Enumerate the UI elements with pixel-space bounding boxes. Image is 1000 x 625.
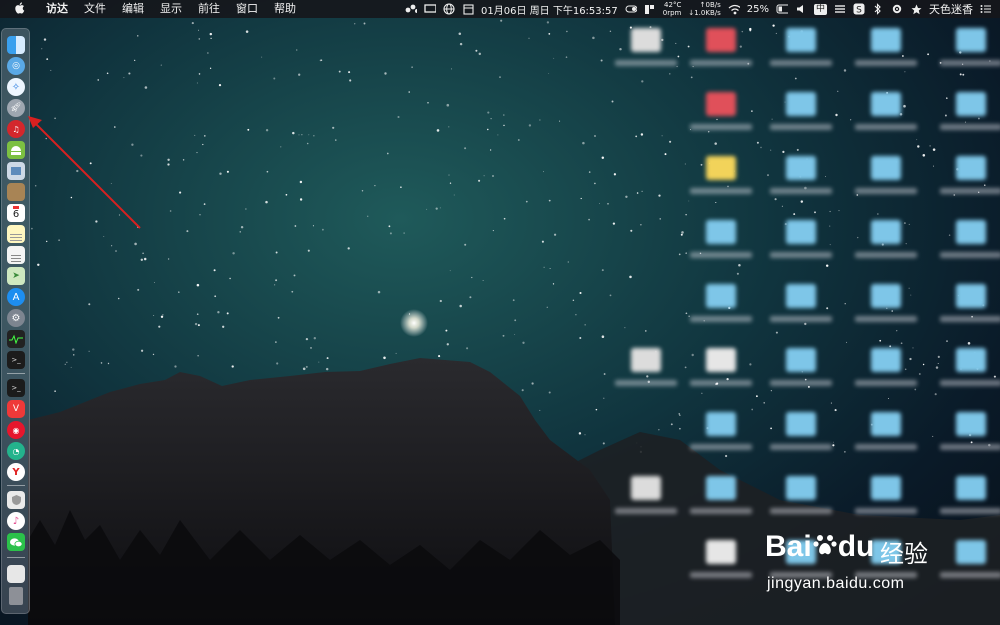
menu-edit[interactable]: 编辑	[114, 0, 152, 18]
grid-icon[interactable]	[644, 3, 656, 15]
list-icon[interactable]	[834, 3, 846, 15]
input-method-indicator[interactable]: 中	[813, 3, 827, 15]
svg-text:S: S	[856, 6, 862, 16]
user-name[interactable]: 天色迷香	[929, 1, 973, 17]
watermark-brand: Bai du	[765, 530, 875, 563]
calendar-small-icon[interactable]	[462, 3, 474, 15]
temperature-readout[interactable]: 42°C 0rpm	[663, 1, 682, 17]
menu-window[interactable]: 窗口	[228, 0, 266, 18]
apple-menu-icon[interactable]	[0, 1, 38, 17]
star-icon[interactable]	[910, 3, 922, 15]
menu-bar: 访达 文件 编辑 显示 前往 窗口 帮助 01月06日 周日 下午16:53:5…	[0, 0, 1000, 18]
watermark-cn: 经验	[880, 540, 928, 568]
baidu-jingyan-watermark: Bai du 经验 jingyan.baidu.com	[765, 520, 995, 610]
globe-icon[interactable]	[443, 3, 455, 15]
wifi-icon[interactable]	[728, 3, 740, 15]
network-speed[interactable]: ↑0B/s ↓1.0KB/s	[688, 1, 720, 17]
speaker-icon[interactable]	[795, 3, 807, 15]
dots-menu-icon[interactable]	[405, 3, 418, 15]
menu-help[interactable]: 帮助	[266, 0, 304, 18]
menu-file[interactable]: 文件	[76, 0, 114, 18]
battery-percent[interactable]: 25%	[747, 4, 769, 15]
toggle-icon[interactable]	[625, 3, 637, 15]
watermark-url: jingyan.baidu.com	[767, 575, 905, 592]
menu-go[interactable]: 前往	[190, 0, 228, 18]
gear-icon[interactable]	[891, 3, 903, 15]
status-area: 01月06日 周日 下午16:53:57 42°C 0rpm ↑0B/s ↓1.0K…	[405, 0, 992, 18]
notification-center-icon[interactable]	[980, 3, 992, 15]
bluetooth-icon[interactable]	[872, 3, 884, 15]
app-menu-finder[interactable]: 访达	[38, 0, 76, 18]
battery-icon[interactable]	[776, 3, 788, 15]
clock-text[interactable]: 01月06日 周日 下午16:53:57	[481, 2, 618, 17]
menu-view[interactable]: 显示	[152, 0, 190, 18]
display-icon[interactable]	[424, 3, 437, 15]
paw-icon	[812, 532, 838, 558]
sogou-icon[interactable]: S	[853, 3, 865, 15]
